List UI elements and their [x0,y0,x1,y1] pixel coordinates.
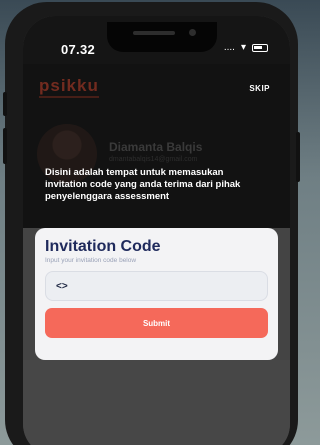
invitation-code-input[interactable] [73,281,267,291]
wifi-icon: ▾ [240,42,246,53]
screen: 07.32 .... ▾ psikku SKIP Diamanta Balqis… [23,16,290,445]
notch [107,22,217,52]
phone-frame: 07.32 .... ▾ psikku SKIP Diamanta Balqis… [3,2,300,445]
invitation-title: Invitation Code [45,238,161,255]
skip-button[interactable]: SKIP [249,84,270,93]
volume-down-button [3,128,7,164]
coachmark-overlay: psikku SKIP Diamanta Balqis dmantabalqis… [23,64,290,228]
submit-button[interactable]: Submit [45,308,268,338]
front-camera [189,29,196,36]
status-time: 07.32 [61,42,96,57]
profile-email: dmantabalqis14@gmail.com [109,156,198,163]
power-button [296,132,300,182]
status-bar: 07.32 .... ▾ [23,16,290,64]
signal-icon: .... [223,42,235,53]
invitation-subtitle: Input your invitation code below [45,257,137,264]
bottom-overlay [23,360,290,445]
code-icon: <> [56,280,68,292]
logo-underline [39,96,99,98]
volume-up-button [3,92,7,116]
invitation-code-field[interactable]: <> [45,271,268,301]
speaker-grille [133,31,175,35]
coachmark-text: Disini adalah tempat untuk memasukan inv… [45,167,241,202]
profile-name: Diamanta Balqis [109,140,203,154]
app-logo: psikku [39,76,99,95]
battery-icon [252,43,268,52]
status-icons: .... ▾ [224,42,268,53]
invitation-panel: Invitation Code Input your invitation co… [35,228,278,360]
